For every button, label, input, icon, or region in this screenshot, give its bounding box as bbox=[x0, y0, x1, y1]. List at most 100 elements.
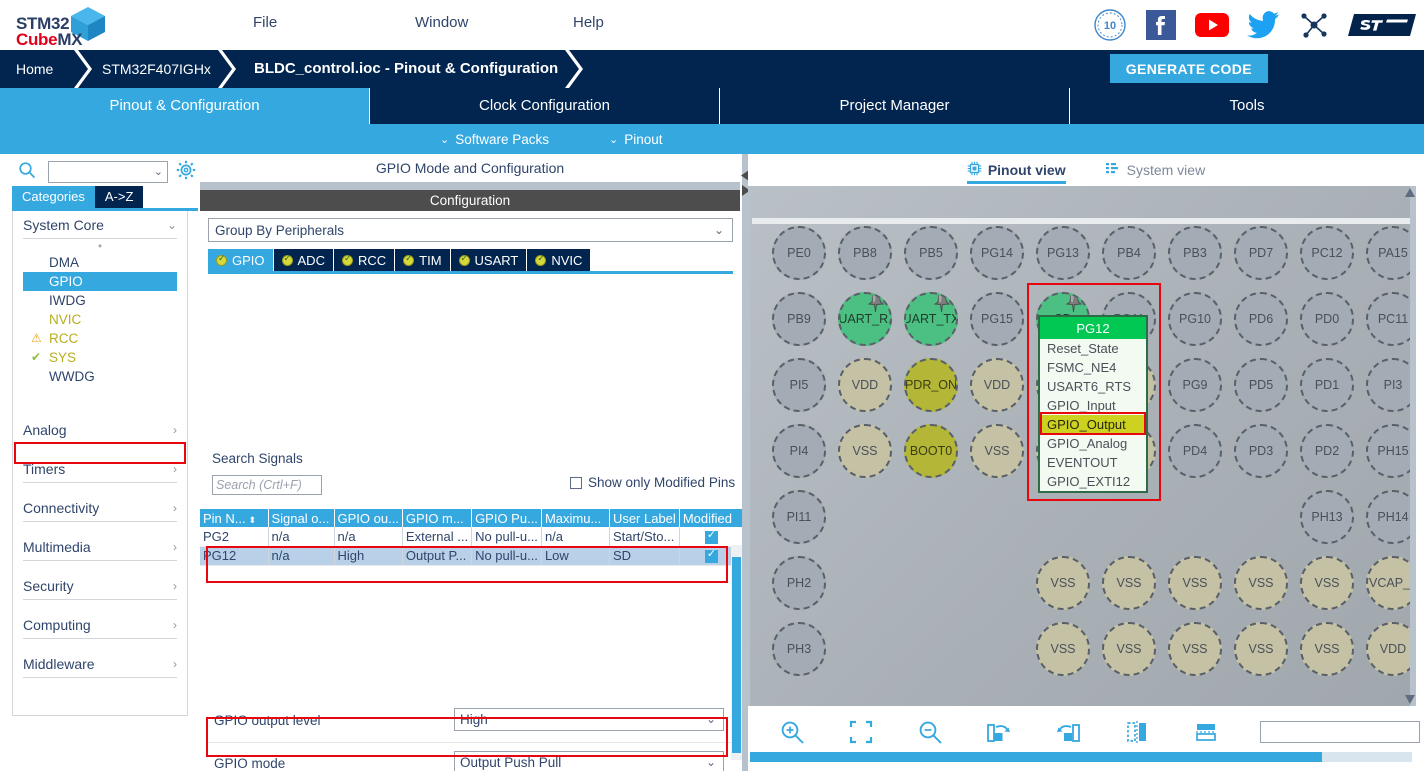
pin-vss[interactable]: VSS bbox=[1300, 622, 1354, 676]
column-gpio-pull[interactable]: GPIO Pu... bbox=[471, 509, 542, 527]
pin-pd5[interactable]: PD5 bbox=[1234, 358, 1288, 412]
category-header-multimedia[interactable]: Multimedia › bbox=[23, 533, 177, 561]
menu-item-usart6-rts[interactable]: USART6_RTS bbox=[1040, 377, 1146, 396]
sidebar-item-wwdg[interactable]: WWDG bbox=[23, 367, 177, 386]
pinout-search-input[interactable] bbox=[1260, 721, 1420, 743]
pin-boot0[interactable]: BOOT0 bbox=[904, 424, 958, 478]
pin-pg14[interactable]: PG14 bbox=[970, 226, 1024, 280]
pin-pi3[interactable]: PI3 bbox=[1366, 358, 1412, 412]
gear-icon[interactable] bbox=[176, 160, 196, 185]
sidebar-item-nvic[interactable]: NVIC bbox=[23, 310, 177, 329]
fit-to-screen-icon[interactable] bbox=[835, 712, 887, 752]
show-modified-pins-checkbox[interactable]: Show only Modified Pins bbox=[570, 475, 735, 490]
sidebar-item-dma[interactable]: DMA bbox=[23, 253, 177, 272]
pin-vss[interactable]: VSS bbox=[1036, 622, 1090, 676]
pin-pd3[interactable]: PD3 bbox=[1234, 424, 1288, 478]
tab-tools[interactable]: Tools bbox=[1070, 88, 1424, 124]
pin-pi11[interactable]: PI11 bbox=[772, 490, 826, 544]
peripheral-tab-usart[interactable]: USART bbox=[450, 249, 528, 271]
peripheral-tab-nvic[interactable]: NVIC bbox=[527, 249, 591, 271]
pin-pa15[interactable]: PA15 bbox=[1366, 226, 1412, 280]
pin-pd4[interactable]: PD4 bbox=[1168, 424, 1222, 478]
option-value-gpio-mode[interactable]: Output Push Pull ⌄ bbox=[454, 751, 724, 771]
column-pin-name[interactable]: Pin N... ⬍ bbox=[200, 509, 269, 527]
breadcrumb-device[interactable]: STM32F407IGHx bbox=[102, 50, 211, 88]
pinout-right-rail[interactable] bbox=[1410, 186, 1416, 706]
pin-pd0[interactable]: PD0 bbox=[1300, 292, 1354, 346]
pin-pdr-on[interactable]: PDR_ON bbox=[904, 358, 958, 412]
sidebar-tab-az[interactable]: A->Z bbox=[94, 186, 144, 208]
pin-pg13[interactable]: PG13 bbox=[1036, 226, 1090, 280]
generate-code-button[interactable]: GENERATE CODE bbox=[1109, 54, 1268, 83]
zoom-in-icon[interactable] bbox=[766, 712, 818, 752]
peripheral-tab-rcc[interactable]: RCC bbox=[333, 249, 396, 271]
rail-scroll-up-icon[interactable] bbox=[1404, 186, 1416, 202]
sidebar-item-gpio[interactable]: GPIO bbox=[23, 272, 177, 291]
pin-ph14[interactable]: PH14 bbox=[1366, 490, 1412, 544]
pin-pb4[interactable]: PB4 bbox=[1102, 226, 1156, 280]
pin-ph2[interactable]: PH2 bbox=[772, 556, 826, 610]
pin-pg15[interactable]: PG15 bbox=[970, 292, 1024, 346]
pin-pi4[interactable]: PI4 bbox=[772, 424, 826, 478]
rotate-left-icon[interactable] bbox=[1042, 712, 1094, 752]
tab-pinout-configuration[interactable]: Pinout & Configuration bbox=[0, 88, 370, 124]
menu-item-reset-state[interactable]: Reset_State bbox=[1040, 339, 1146, 358]
ten-years-badge-icon[interactable]: 10 bbox=[1091, 6, 1129, 44]
menu-item-eventout[interactable]: EVENTOUT bbox=[1040, 453, 1146, 472]
peripheral-tab-adc[interactable]: ADC bbox=[273, 249, 334, 271]
pin-signal-dropdown[interactable]: PG12 Reset_State FSMC_NE4 USART6_RTS GPI… bbox=[1038, 315, 1148, 493]
column-maximum-speed[interactable]: Maximu... bbox=[541, 509, 610, 527]
column-modified[interactable]: Modified bbox=[679, 509, 744, 527]
column-gpio-mode[interactable]: GPIO m... bbox=[402, 509, 473, 527]
pin-ph13[interactable]: PH13 bbox=[1300, 490, 1354, 544]
software-packs-menu[interactable]: ⌄ Software Packs bbox=[440, 132, 549, 147]
twitter-icon[interactable] bbox=[1244, 6, 1282, 44]
tab-system-view[interactable]: System view bbox=[1105, 154, 1205, 186]
pin-vss[interactable]: VSS bbox=[1234, 622, 1288, 676]
pin-pb9[interactable]: PB9 bbox=[772, 292, 826, 346]
search-signals-input[interactable]: Search (Crtl+F) bbox=[212, 475, 322, 495]
category-header-computing[interactable]: Computing › bbox=[23, 611, 177, 639]
pin-vss[interactable]: VSS bbox=[1234, 556, 1288, 610]
pin-vss[interactable]: VSS bbox=[838, 424, 892, 478]
pin-vss[interactable]: VSS bbox=[1300, 556, 1354, 610]
pinout-menu[interactable]: ⌄ Pinout bbox=[609, 132, 663, 147]
breadcrumb-home[interactable]: Home bbox=[16, 50, 53, 88]
tab-project-manager[interactable]: Project Manager bbox=[720, 88, 1070, 124]
table-row[interactable]: PG12 n/a High Output P... No pull-u... L… bbox=[200, 546, 744, 566]
category-header-analog[interactable]: Analog › bbox=[23, 416, 177, 444]
pin-pe0[interactable]: PE0 bbox=[772, 226, 826, 280]
facebook-icon[interactable] bbox=[1142, 6, 1180, 44]
pin-pg10[interactable]: PG10 bbox=[1168, 292, 1222, 346]
pin-ph3[interactable]: PH3 bbox=[772, 622, 826, 676]
search-icon[interactable] bbox=[18, 161, 36, 184]
pinout-horizontal-scrollbar[interactable] bbox=[750, 752, 1412, 762]
zoom-out-icon[interactable] bbox=[904, 712, 956, 752]
menu-file[interactable]: File bbox=[253, 14, 277, 31]
menu-help[interactable]: Help bbox=[573, 14, 604, 31]
menu-item-gpio-analog[interactable]: GPIO_Analog bbox=[1040, 434, 1146, 453]
pin-pd1[interactable]: PD1 bbox=[1300, 358, 1354, 412]
chevron-down-icon-sidebar[interactable]: ⌄ bbox=[154, 165, 163, 178]
rotate-right-icon[interactable] bbox=[973, 712, 1025, 752]
pin-vss[interactable]: VSS bbox=[1036, 556, 1090, 610]
table-row[interactable]: PG2 n/a n/a External ... No pull-u... n/… bbox=[200, 527, 744, 547]
pin-pd6[interactable]: PD6 bbox=[1234, 292, 1288, 346]
menu-window[interactable]: Window bbox=[415, 14, 468, 31]
pin-pc12[interactable]: PC12 bbox=[1300, 226, 1354, 280]
category-header-security[interactable]: Security › bbox=[23, 572, 177, 600]
menu-item-gpio-input[interactable]: GPIO_Input bbox=[1040, 396, 1146, 415]
pin-vdd[interactable]: VDD bbox=[970, 358, 1024, 412]
pin-uart-tx[interactable]: UART_TX bbox=[904, 292, 958, 346]
rail-scroll-down-icon[interactable] bbox=[1404, 692, 1416, 708]
menu-item-gpio-exti12[interactable]: GPIO_EXTI12 bbox=[1040, 472, 1146, 491]
pin-pb3[interactable]: PB3 bbox=[1168, 226, 1222, 280]
category-header-middleware[interactable]: Middleware › bbox=[23, 650, 177, 678]
tab-clock-configuration[interactable]: Clock Configuration bbox=[370, 88, 720, 124]
flip-vertical-icon[interactable] bbox=[1180, 712, 1232, 752]
pin-pc11[interactable]: PC11 bbox=[1366, 292, 1412, 346]
pin-vss[interactable]: VSS bbox=[970, 424, 1024, 478]
sidebar-item-iwdg[interactable]: IWDG bbox=[23, 291, 177, 310]
pin-vdd[interactable]: VDD bbox=[838, 358, 892, 412]
menu-item-gpio-output[interactable]: GPIO_Output bbox=[1040, 415, 1146, 434]
